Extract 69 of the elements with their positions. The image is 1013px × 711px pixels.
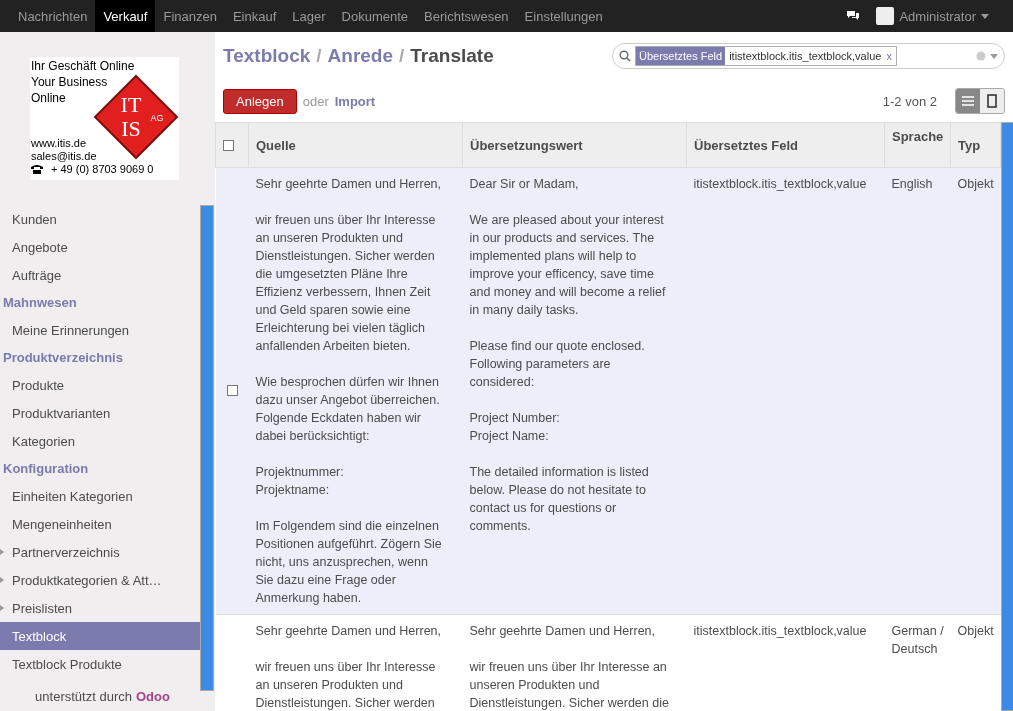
- table-cell: Sehr geehrte Damen und Herren, wir freuen uns über Ihr Interesse an unseren Produkten und Dienstleistungen. Sicher werden: [255, 624, 442, 710]
- column-header[interactable]: Quelle: [248, 122, 463, 168]
- sidebar-item[interactable]: Kategorien: [0, 427, 200, 455]
- sidebar-item[interactable]: Mengeneinheiten: [0, 510, 200, 538]
- caret-icon[interactable]: [990, 53, 998, 59]
- menu-tab[interactable]: Berichtswesen: [416, 0, 517, 32]
- breadcrumb-separator: /: [316, 45, 322, 67]
- menu-tab[interactable]: Verkauf: [95, 0, 156, 32]
- column-header[interactable]: Typ: [950, 122, 1001, 168]
- sidebar-item[interactable]: Meine Erinnerungen: [0, 316, 200, 344]
- breadcrumb-link[interactable]: Anrede: [327, 45, 394, 67]
- sidebar-item[interactable]: Textblock Produkte: [0, 650, 200, 678]
- table-cell: German / Deutsch: [891, 624, 944, 656]
- table-cell: itistextblock.itis_textblock,value: [693, 177, 867, 191]
- expand-arrow-icon[interactable]: [0, 549, 4, 555]
- table-cell: Objekt: [957, 177, 994, 191]
- sidebar-item[interactable]: Textblock: [0, 622, 200, 650]
- sidebar-item[interactable]: Angebote: [0, 233, 200, 261]
- clear-icon[interactable]: [976, 51, 986, 61]
- column-header[interactable]: Übersetzungswert: [462, 122, 687, 168]
- select-all-checkbox[interactable]: [223, 139, 234, 151]
- odoo-link[interactable]: Odoo: [135, 688, 170, 704]
- sidebar-item[interactable]: Produktvarianten: [0, 399, 200, 427]
- scrollbar[interactable]: [1001, 122, 1013, 711]
- sidebar-item[interactable]: Produktkategorien & Att…: [0, 566, 200, 594]
- pager-text: 1-2 von 2: [882, 93, 937, 109]
- sidebar-item[interactable]: Aufträge: [0, 261, 200, 289]
- list-view-icon[interactable]: [956, 89, 980, 113]
- expand-arrow-icon[interactable]: [0, 605, 4, 611]
- search-field[interactable]: Übersetztes Feld itistextblock.itis_textblock,value x: [612, 43, 1005, 69]
- sidebar-item[interactable]: Einheiten Kategorien: [0, 482, 200, 510]
- column-header[interactable]: Übersetztes Feld: [686, 122, 885, 168]
- breadcrumb-link[interactable]: Textblock: [223, 45, 311, 67]
- column-header[interactable]: Sprache: [884, 122, 951, 168]
- user-menu[interactable]: Administrator: [870, 6, 995, 26]
- menu-tab[interactable]: Nachrichten: [10, 0, 96, 32]
- import-link[interactable]: Import: [334, 93, 376, 109]
- sidebar-item[interactable]: Partnerverzeichnis: [0, 538, 200, 566]
- menu-section-header: Mahnwesen: [2, 294, 78, 312]
- sidebar-item[interactable]: Produkte: [0, 371, 200, 399]
- table-cell: itistextblock.itis_textblock,value: [693, 624, 867, 638]
- company-logo: Ihr Geschäft Online Your Business Online IT IS AG www.itis.de sales@itis.de + 49 (0) 8703 9069 0: [30, 57, 179, 180]
- menu-tab[interactable]: Lager: [284, 0, 334, 32]
- table-cell: English: [891, 177, 933, 191]
- table-cell: Objekt: [957, 624, 994, 638]
- menu-section-header: Produktverzeichnis: [2, 349, 124, 367]
- sidebar-item[interactable]: Preislisten: [0, 594, 200, 622]
- breadcrumb-separator: /: [399, 45, 405, 67]
- footer-text: unterstützt durch: [35, 688, 132, 704]
- page-title: Translate: [410, 45, 494, 67]
- sidebar-item[interactable]: Kunden: [0, 205, 200, 233]
- menu-tab[interactable]: Finanzen: [155, 0, 225, 32]
- caret-icon: [981, 13, 989, 19]
- table-cell: Sehr geehrte Damen und Herren, wir freuen uns über Ihr Interesse an unseren Produkten und Dienstleistungen. Sicher werden die umgesetzten Pläne Ihre Effizienz verbessern, Ihnen Zeit und Geld sparen sowie eine Erleichterung bei vielen täglich anfallenden Arbeiten bieten. Wie besprochen dürfen wir Ihnen dazu unser Angebot überreichen. Folgende Eckdaten haben wir dabei berücksichtigt: Projektnummer: Projektname: Im Folgendem sind die einzelnen Positionen aufgeführt. Zögern Sie nicht, uns anzusprechen, wenn Sie dazu eine Frage oder Anmerkung haben.: [255, 177, 442, 605]
- menu-tab[interactable]: Dokumente: [333, 0, 417, 32]
- create-button[interactable]: Anlegen: [223, 88, 297, 114]
- row-checkbox[interactable]: [226, 385, 238, 396]
- form-view-icon[interactable]: [980, 89, 1004, 113]
- search-icon: [619, 50, 631, 62]
- menu-section-header: Konfiguration: [2, 460, 90, 478]
- table-cell: Dear Sir or Madam, We are pleased about your interest in our products and services. The implemented plans will help to improve your efficency, save time and money and will become a relief in many daily tasks. Please find our quote enclosed. Following parameters are considered: Project Number: Project Name: The detailed information is listed below. Please do not hesitate to contact us for questions or comments.: [469, 177, 666, 533]
- table-cell: Sehr geehrte Damen und Herren, wir freuen uns über Ihr Interesse an unseren Produkten und Dienstleistungen. Sicher werden die: [469, 624, 669, 710]
- scrollbar[interactable]: [200, 205, 214, 691]
- menu-tab[interactable]: Einkauf: [224, 0, 285, 32]
- expand-arrow-icon[interactable]: [0, 577, 4, 583]
- chat-icon[interactable]: [846, 10, 861, 22]
- or-text: oder: [302, 93, 329, 109]
- menu-tab[interactable]: Einstellungen: [516, 0, 611, 32]
- remove-facet-button[interactable]: x: [886, 50, 892, 62]
